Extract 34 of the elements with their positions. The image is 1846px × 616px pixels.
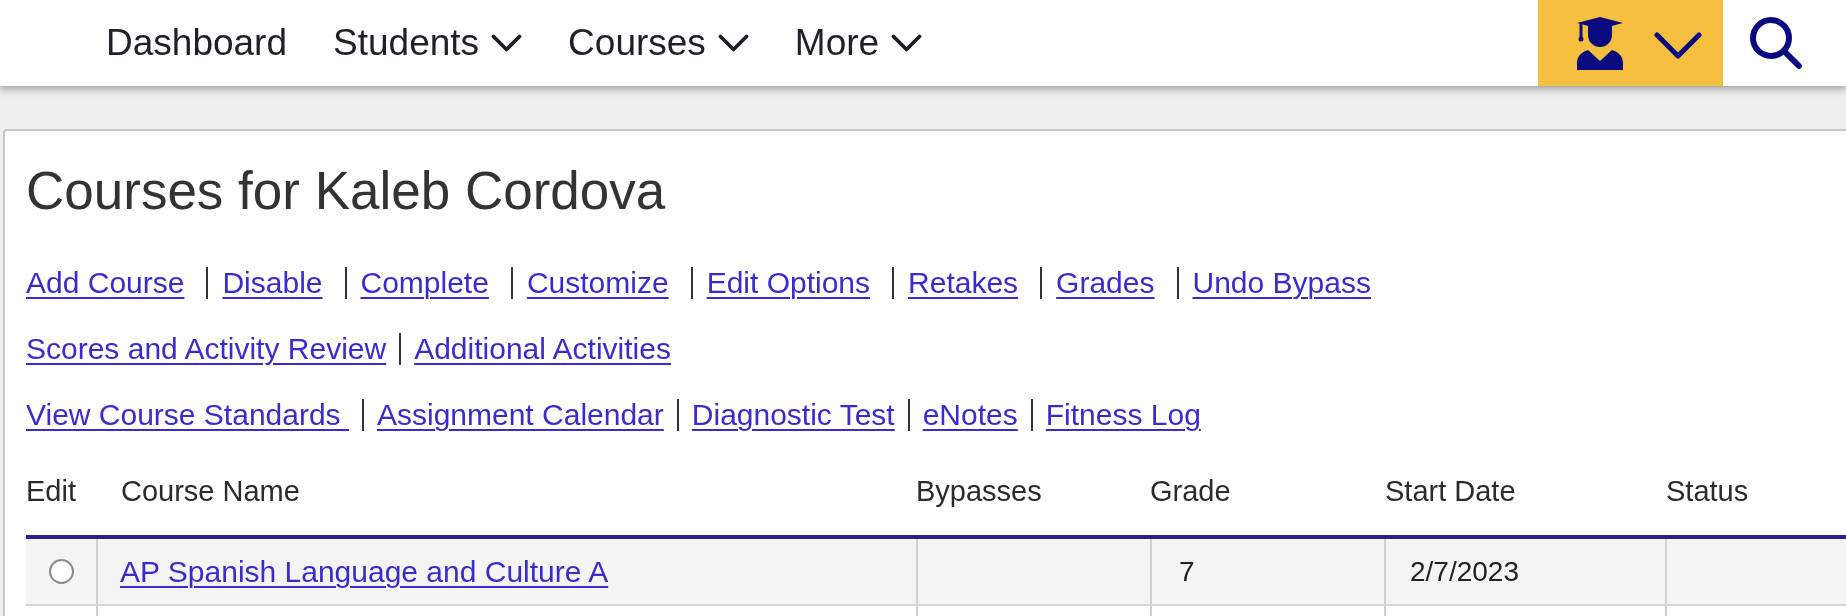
nav-menu-item[interactable]: Courses bbox=[568, 21, 749, 65]
action-link[interactable]: eNotes bbox=[922, 397, 1018, 433]
nav-menu-item[interactable]: More bbox=[794, 21, 923, 65]
action-link[interactable]: Grades bbox=[1056, 265, 1155, 301]
table-cell-text: 2/7/2023 bbox=[1410, 554, 1519, 589]
table-cell-text: 7 bbox=[1179, 554, 1195, 589]
action-link[interactable]: Complete bbox=[360, 265, 489, 301]
chevron-down-icon bbox=[1654, 31, 1702, 59]
action-link[interactable]: Diagnostic Test bbox=[691, 397, 895, 433]
search-icon bbox=[1749, 16, 1803, 70]
column-header: Edit bbox=[26, 475, 76, 508]
action-link[interactable]: View Course Standards bbox=[26, 397, 349, 433]
action-link[interactable]: Additional Activities bbox=[414, 331, 671, 367]
action-link[interactable]: Undo Bypass bbox=[1192, 265, 1371, 301]
action-link[interactable]: Add Course bbox=[26, 265, 185, 301]
column-header: Status bbox=[1666, 475, 1749, 508]
action-link[interactable]: Assignment Calendar bbox=[376, 397, 664, 433]
user-menu-button[interactable] bbox=[1538, 0, 1723, 86]
nav-menu-item[interactable]: Dashboard bbox=[106, 21, 287, 65]
action-link[interactable]: Disable bbox=[222, 265, 323, 301]
column-header: Course Name bbox=[121, 475, 300, 508]
radio-button[interactable] bbox=[48, 559, 74, 584]
page-title: Courses for Kaleb Cordova bbox=[26, 160, 666, 222]
column-header: Grade bbox=[1150, 475, 1231, 508]
course-link[interactable]: AP Spanish Language and Culture A bbox=[120, 549, 609, 594]
action-link[interactable]: Customize bbox=[526, 265, 669, 301]
action-link[interactable]: Edit Options bbox=[706, 265, 871, 301]
student-icon bbox=[1576, 16, 1624, 70]
action-link[interactable]: Retakes bbox=[908, 265, 1019, 301]
column-header: Start Date bbox=[1385, 475, 1516, 508]
action-link[interactable]: Scores and Activity Review bbox=[26, 331, 387, 367]
nav-menu-item[interactable]: Students bbox=[333, 21, 523, 65]
action-link[interactable]: Fitness Log bbox=[1045, 397, 1201, 433]
column-header: Bypasses bbox=[916, 475, 1042, 508]
